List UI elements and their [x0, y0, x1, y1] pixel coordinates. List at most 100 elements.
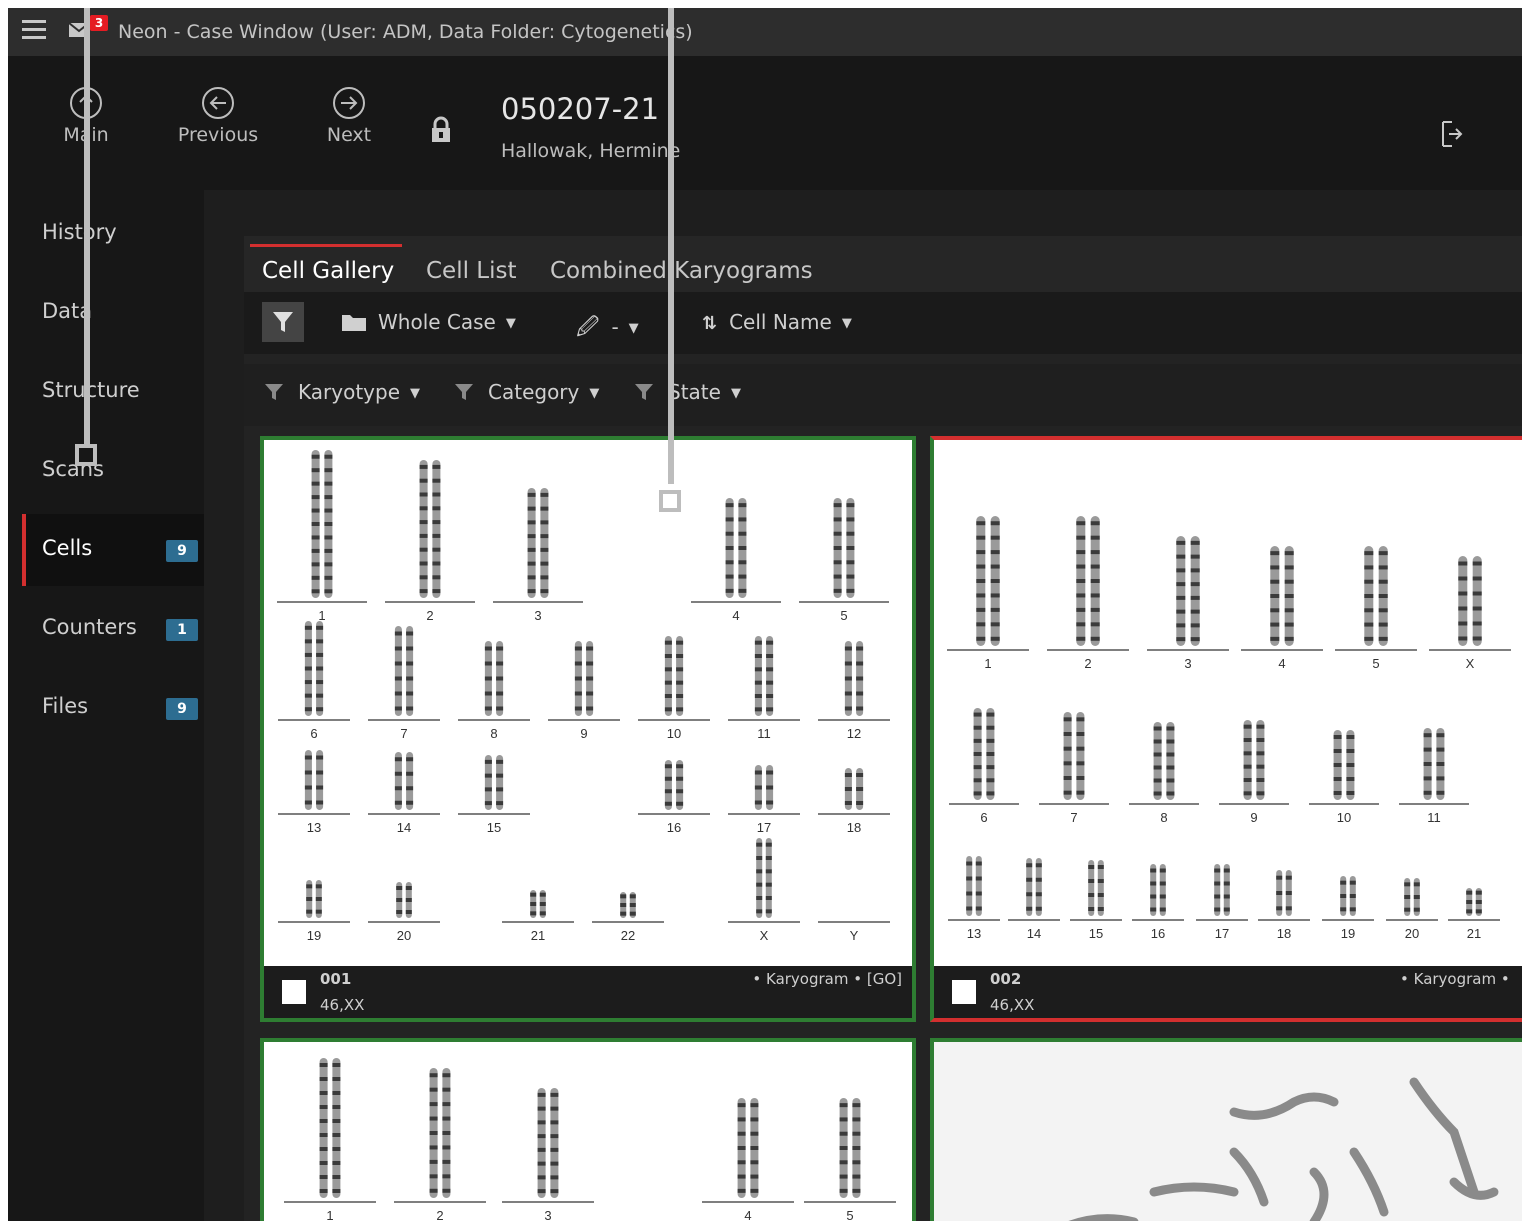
- chromosome-pair: [1340, 876, 1356, 916]
- chromosome-pair: [1088, 860, 1104, 916]
- chromosome-label: 18: [847, 820, 861, 835]
- files-count-badge: 9: [166, 698, 198, 720]
- sort-dropdown[interactable]: ⇅ Cell Name ▼: [702, 310, 852, 334]
- sidebar-item-history[interactable]: History: [22, 198, 204, 270]
- tab-combined-karyograms[interactable]: Combined Karyograms: [550, 236, 813, 292]
- chromosome-label: 12: [847, 726, 861, 741]
- sidebar-item-scans[interactable]: Scans: [22, 435, 204, 507]
- sort-value: Cell Name: [729, 310, 832, 334]
- scope-dropdown[interactable]: Whole Case ▼: [340, 310, 516, 334]
- tab-cell-list[interactable]: Cell List: [426, 236, 517, 292]
- chromosome-pair: [1214, 864, 1230, 916]
- cell-card[interactable]: 1 2 3 4 5 6 7 8 9 10 11 12 13 14 15 16 17 18 19 20 21 22 X Y 00…: [260, 436, 916, 1022]
- chromosome-pair: [966, 856, 982, 916]
- chromosome-pair: [844, 768, 864, 810]
- sidebar-item-label: Structure: [42, 378, 140, 402]
- chromosome-label: 13: [967, 926, 981, 941]
- cell-card[interactable]: [930, 1038, 1522, 1221]
- right-arrow-circle-icon: [333, 87, 365, 119]
- content-area: Cell Gallery Cell List Combined Karyogra…: [204, 190, 1522, 1221]
- chromosome-pair: [419, 460, 441, 598]
- hamburger-menu-icon[interactable]: [22, 20, 46, 42]
- chromosome-label: 1: [318, 608, 325, 623]
- left-arrow-circle-icon: [202, 87, 234, 119]
- previous-button[interactable]: Previous: [168, 86, 268, 146]
- sidebar-item-cells[interactable]: Cells 9: [22, 514, 204, 586]
- chromosome-label: 4: [732, 608, 739, 623]
- annotation-line: [84, 8, 90, 448]
- chromosome-pair: [725, 498, 747, 598]
- sidebar-item-counters[interactable]: Counters 1: [22, 593, 204, 665]
- chromosome-pair: [484, 755, 504, 810]
- category-filter[interactable]: Category ▼: [454, 380, 599, 404]
- dropdown-arrow-icon: ▼: [505, 316, 516, 331]
- metaphase-chromosome: [1349, 1147, 1389, 1217]
- chromosome-pair: [1176, 536, 1200, 646]
- scope-value: Whole Case: [378, 310, 496, 334]
- state-filter[interactable]: State ▼: [634, 380, 741, 404]
- metaphase-chromosome: [1149, 1182, 1239, 1197]
- chromosome-pair: [1404, 878, 1420, 916]
- chromosome-pair: [319, 1058, 341, 1198]
- funnel-icon: [455, 384, 473, 400]
- chromosome-label: 8: [490, 726, 497, 741]
- chromosome-label: 3: [1184, 656, 1191, 671]
- metaphase-chromosome: [1409, 1077, 1479, 1197]
- chromosome-pair: [1076, 516, 1100, 646]
- sidebar-item-files[interactable]: Files 9: [22, 672, 204, 744]
- cell-select-checkbox[interactable]: [952, 980, 976, 1004]
- chromosome-pair: [306, 880, 322, 918]
- metaphase-chromosome: [1309, 1167, 1329, 1221]
- lock-icon[interactable]: [430, 116, 452, 148]
- annotation-marker: [75, 444, 97, 466]
- export-icon[interactable]: [1440, 120, 1464, 152]
- filter-toggle-button[interactable]: [262, 302, 304, 342]
- dropdown-arrow-icon: ▼: [730, 386, 741, 401]
- sidebar-item-data[interactable]: Data: [22, 277, 204, 349]
- chromosome-label: 17: [1215, 926, 1229, 941]
- chromosome-label: 14: [1027, 926, 1041, 941]
- category-filter-label: Category: [488, 380, 580, 404]
- chromosome-pair: [311, 450, 333, 598]
- chromosome-pair: [1276, 870, 1292, 916]
- karyotype-filter[interactable]: Karyotype ▼: [264, 380, 420, 404]
- funnel-icon: [635, 384, 653, 400]
- attachment-dropdown[interactable]: 🖉 - ▼: [576, 310, 639, 348]
- chromosome-pair: [1243, 720, 1265, 800]
- cell-card-footer: 002 46,XX • Karyogram •: [934, 966, 1522, 1018]
- tab-cell-gallery[interactable]: Cell Gallery: [249, 236, 403, 292]
- state-filter-label: State: [668, 380, 721, 404]
- karyotype-filter-label: Karyotype: [298, 380, 400, 404]
- karyogram-image: 1 2 3 4 5: [264, 1042, 912, 1221]
- chromosome-pair: [1026, 858, 1042, 916]
- chromosome-pair: [527, 488, 549, 598]
- chromosome-label: 16: [1151, 926, 1165, 941]
- cell-tags: • Karyogram • [GO]: [752, 970, 902, 988]
- cell-card[interactable]: 1 2 3 4 5 X 6 7 8 9 10 11 13 14 15 16 17 18 19 20 21 002 46,…: [930, 436, 1522, 1022]
- chromosome-label: 2: [1084, 656, 1091, 671]
- chromosome-pair: [756, 838, 772, 918]
- funnel-icon: [273, 312, 293, 332]
- cell-card[interactable]: 1 2 3 4 5: [260, 1038, 916, 1221]
- next-button[interactable]: Next: [299, 86, 399, 146]
- metaphase-chromosome: [1229, 1092, 1339, 1120]
- chromosome-label: 11: [1427, 810, 1441, 825]
- cell-karyotype: 46,XX: [320, 996, 365, 1014]
- chromosome-label: 20: [1405, 926, 1419, 941]
- cell-select-checkbox[interactable]: [282, 980, 306, 1004]
- chromosome-label: 21: [1467, 926, 1481, 941]
- sidebar-item-label: Files: [42, 694, 89, 718]
- chromosome-pair: [484, 641, 504, 716]
- chromosome-pair: [844, 641, 864, 716]
- gallery-toolbar: Whole Case ▼ 🖉 - ▼ ⇅ Cell Name ▼: [244, 292, 1522, 354]
- chromosome-pair: [1364, 546, 1388, 646]
- case-id: 050207-21: [501, 92, 660, 126]
- sidebar-item-structure[interactable]: Structure: [22, 356, 204, 428]
- patient-name: Hallowak, Hermine: [501, 140, 681, 162]
- chromosome-pair: [973, 708, 995, 800]
- chromosome-label: 8: [1160, 810, 1167, 825]
- chromosome-label: 1: [984, 656, 991, 671]
- chromosome-label: 5: [840, 608, 847, 623]
- chromosome-label: 2: [436, 1208, 443, 1221]
- chromosome-pair: [574, 641, 594, 716]
